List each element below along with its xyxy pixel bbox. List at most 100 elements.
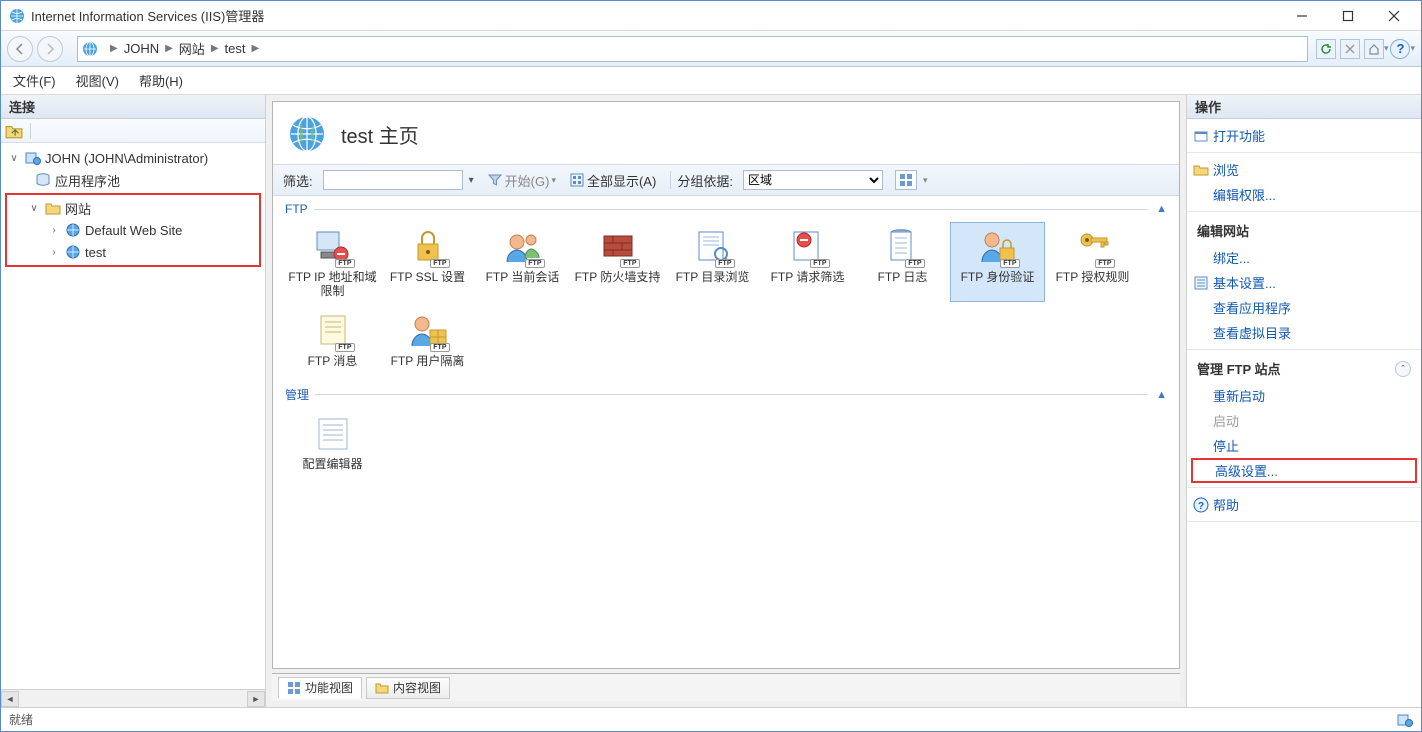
feature-label: FTP 授权规则: [1047, 270, 1138, 284]
collapse-icon[interactable]: ▲: [1156, 389, 1167, 401]
collapse-icon[interactable]: ▲: [1156, 203, 1167, 215]
action-section-header: 编辑网站: [1187, 216, 1421, 245]
action-label: 重新启动: [1213, 386, 1265, 405]
feature-item[interactable]: FTPFTP SSL 设置: [380, 222, 475, 302]
menu-bar: 文件(F) 视图(V) 帮助(H): [1, 67, 1421, 95]
collapse-icon[interactable]: ˆ: [1395, 361, 1411, 377]
tab-label: 内容视图: [393, 679, 441, 696]
menu-view[interactable]: 视图(V): [76, 71, 119, 90]
action-advanced-settings[interactable]: 高级设置...: [1191, 458, 1417, 483]
feature-list-area: FTP ▲ FTPFTP IP 地址和域限制FTPFTP SSL 设置FTPFT…: [273, 196, 1179, 668]
globe-icon: [65, 222, 81, 238]
feature-icon: FTP: [309, 310, 357, 350]
show-all-button[interactable]: 全部显示(A): [570, 171, 656, 190]
chevron-right-icon: ▶: [211, 43, 219, 54]
menu-file[interactable]: 文件(F): [13, 71, 56, 90]
feature-label: FTP 目录浏览: [667, 270, 758, 284]
expand-icon[interactable]: ›: [47, 225, 61, 236]
breadcrumb-item[interactable]: 网站: [179, 39, 205, 58]
help-icon[interactable]: ?: [1390, 39, 1410, 59]
tree-node-server[interactable]: ∨ JOHN (JOHN\Administrator): [1, 147, 265, 169]
breadcrumb-item[interactable]: JOHN: [124, 41, 159, 56]
settings-icon: [1193, 275, 1209, 291]
scroll-right-icon[interactable]: ►: [247, 691, 265, 707]
tab-content-view[interactable]: 内容视图: [366, 677, 450, 699]
feature-item[interactable]: FTPFTP 请求筛选: [760, 222, 855, 302]
expand-icon[interactable]: ›: [47, 247, 61, 258]
feature-icon: FTP: [404, 226, 452, 266]
action-bindings[interactable]: 绑定...: [1187, 245, 1421, 270]
tree-node-app-pools[interactable]: 应用程序池: [1, 169, 265, 191]
connections-tree: ∨ JOHN (JOHN\Administrator) 应用程序池 ∨: [1, 143, 265, 689]
filter-input[interactable]: [323, 170, 463, 190]
feature-item[interactable]: FTPFTP 身份验证: [950, 222, 1045, 302]
minimize-button[interactable]: [1279, 2, 1325, 30]
tree-node-default-site[interactable]: › Default Web Site: [7, 219, 259, 241]
feature-item[interactable]: FTP FTP 消息: [285, 306, 380, 372]
chevron-down-icon[interactable]: ▾: [469, 175, 474, 186]
feature-item[interactable]: FTPFTP 当前会话: [475, 222, 570, 302]
action-label: 停止: [1213, 436, 1239, 455]
menu-help[interactable]: 帮助(H): [139, 71, 183, 90]
refresh-icon[interactable]: [1316, 39, 1336, 59]
tree-node-test-site[interactable]: › test: [7, 241, 259, 263]
breadcrumb[interactable]: ▶ JOHN ▶ 网站 ▶ test ▶: [77, 36, 1308, 62]
action-basic-settings[interactable]: 基本设置...: [1187, 270, 1421, 295]
action-start[interactable]: 启动: [1187, 408, 1421, 433]
breadcrumb-item[interactable]: test: [225, 41, 246, 56]
feature-label: FTP 消息: [287, 354, 378, 368]
feature-item[interactable]: FTPFTP 授权规则: [1045, 222, 1140, 302]
ftp-badge: FTP: [335, 343, 354, 352]
nav-forward-button[interactable]: [37, 36, 63, 62]
actions-header: 操作: [1187, 95, 1421, 119]
action-explore[interactable]: 浏览: [1187, 157, 1421, 182]
feature-icon: FTP: [309, 226, 357, 266]
horizontal-scrollbar[interactable]: ◄ ►: [1, 689, 265, 707]
feature-item[interactable]: 配置编辑器: [285, 409, 380, 475]
svg-text:?: ?: [1198, 501, 1204, 512]
connections-panel: 连接 ∨ JOHN (JOHN\Administrator): [1, 95, 266, 707]
collapse-icon[interactable]: ∨: [7, 153, 21, 164]
feature-icon: FTP: [404, 310, 452, 350]
folder-up-icon[interactable]: [5, 122, 23, 140]
stop-icon[interactable]: [1340, 39, 1360, 59]
home-icon[interactable]: [1364, 39, 1384, 59]
collapse-icon[interactable]: ∨: [27, 203, 41, 214]
feature-label: 配置编辑器: [287, 457, 378, 471]
tab-features-view[interactable]: 功能视图: [278, 677, 362, 699]
action-section-header-ftp: 管理 FTP 站点 ˆ: [1187, 354, 1421, 383]
feature-item[interactable]: FTPFTP 防火墙支持: [570, 222, 665, 302]
page-header: test 主页: [273, 102, 1179, 164]
group-management: 管理 ▲ 配置编辑器: [285, 386, 1167, 475]
action-restart[interactable]: 重新启动: [1187, 383, 1421, 408]
action-view-apps[interactable]: 查看应用程序: [1187, 295, 1421, 320]
maximize-button[interactable]: [1325, 2, 1371, 30]
app-pool-icon: [35, 172, 51, 188]
ftp-badge: FTP: [715, 259, 734, 268]
tree-node-sites[interactable]: ∨ 网站: [7, 197, 259, 219]
close-button[interactable]: [1371, 2, 1417, 30]
nav-back-button[interactable]: [7, 36, 33, 62]
feature-icon: FTP: [974, 226, 1022, 266]
status-text: 就绪: [9, 711, 33, 728]
ftp-badge: FTP: [810, 259, 829, 268]
feature-item[interactable]: FTPFTP IP 地址和域限制: [285, 222, 380, 302]
group-by-select[interactable]: 区域: [743, 170, 883, 190]
action-edit-permissions[interactable]: 编辑权限...: [1187, 182, 1421, 207]
page-title: test 主页: [341, 120, 419, 149]
action-help[interactable]: ? 帮助: [1187, 492, 1421, 517]
feature-item[interactable]: FTPFTP 日志: [855, 222, 950, 302]
action-label: 高级设置...: [1215, 461, 1278, 480]
view-mode-button[interactable]: [895, 170, 917, 190]
action-stop[interactable]: 停止: [1187, 433, 1421, 458]
action-label: 绑定...: [1213, 248, 1250, 267]
scroll-left-icon[interactable]: ◄: [1, 691, 19, 707]
feature-item[interactable]: FTP FTP 目录浏览: [665, 222, 760, 302]
folder-icon: [45, 200, 61, 216]
nav-bar: ▶ JOHN ▶ 网站 ▶ test ▶ ▾ ? ▾: [1, 31, 1421, 67]
status-bar: 就绪: [1, 707, 1421, 731]
action-view-vdirs[interactable]: 查看虚拟目录: [1187, 320, 1421, 345]
feature-item[interactable]: FTPFTP 用户隔离: [380, 306, 475, 372]
filter-go-button[interactable]: 开始(G) ▾: [488, 171, 556, 190]
action-open-feature[interactable]: 打开功能: [1187, 123, 1421, 148]
